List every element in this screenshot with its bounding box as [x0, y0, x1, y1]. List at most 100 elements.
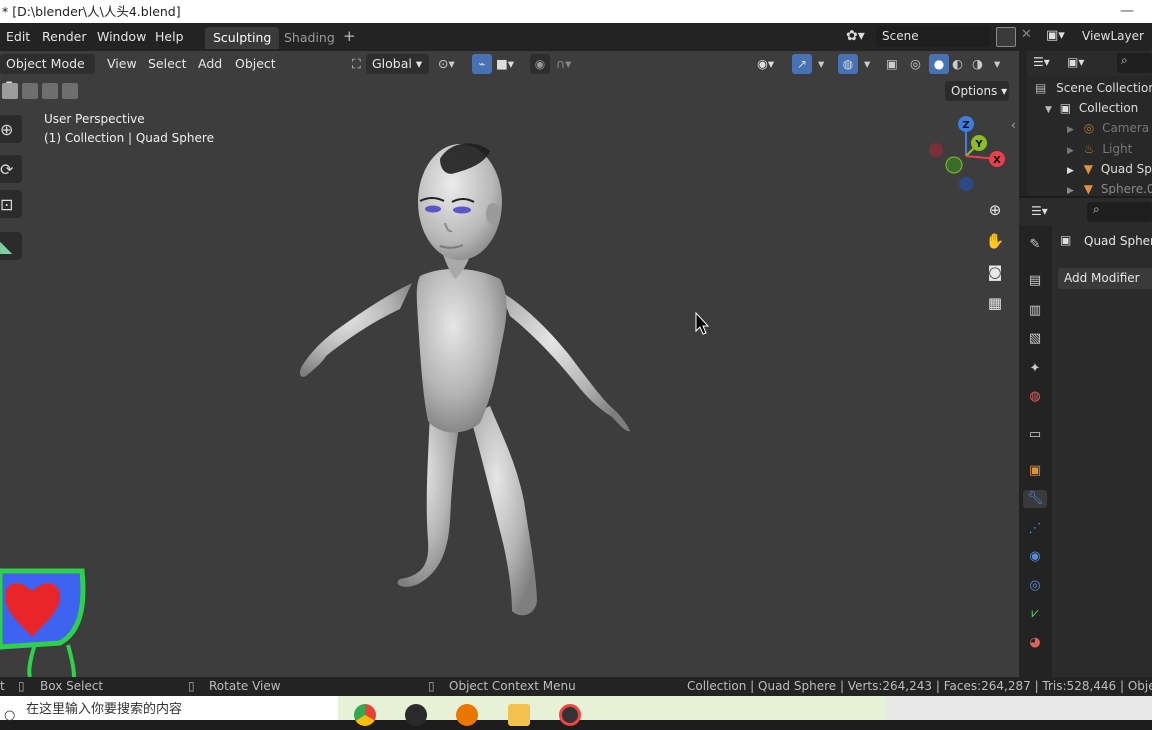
taskbar-search-input[interactable]: ○ 在这里输入你要搜索的内容 [0, 696, 338, 723]
camera-view-icon[interactable]: ◙ [982, 259, 1008, 285]
explorer-icon[interactable] [508, 704, 530, 726]
scene-name: Scene [882, 29, 919, 43]
blender-icon[interactable] [456, 704, 478, 726]
viewlayer-name-field[interactable]: ViewLayer [1076, 26, 1152, 47]
modifier-tab-icon[interactable]: 🔧︎ [1023, 490, 1047, 508]
options-button[interactable]: Options ▾ [945, 81, 1009, 101]
status-context-menu: Object Context Menu [449, 679, 576, 693]
view-perspective-label: User Perspective [44, 112, 145, 126]
menu-view[interactable]: View [107, 54, 137, 74]
tool-measure[interactable]: ◣ [0, 232, 22, 260]
material-tab-icon[interactable]: ◕ [1026, 634, 1044, 652]
mesh-icon: ▼ [1083, 182, 1093, 195]
falloff-icon[interactable]: ∩▾ [556, 54, 571, 74]
select-intersect-icon[interactable] [62, 83, 78, 99]
gizmo-z-label: Z [962, 120, 969, 131]
pan-hand-icon[interactable]: ✋ [982, 228, 1008, 254]
delete-scene-icon[interactable]: ✕ [1021, 27, 1032, 42]
data-tab-icon[interactable]: ⩗ [1026, 605, 1044, 623]
visibility-icon[interactable]: ◉▾ [757, 54, 774, 74]
menu-select[interactable]: Select [148, 54, 187, 74]
ortho-grid-icon[interactable]: ▦ [982, 290, 1008, 316]
snap-icon[interactable]: ⌁ [472, 54, 492, 74]
transform-orientation-icon[interactable]: ⛶ [352, 54, 361, 74]
select-extend-icon[interactable] [22, 83, 38, 99]
scene-name-field[interactable]: Scene [876, 26, 990, 47]
select-subtract-icon[interactable] [42, 83, 58, 99]
overlay-toggle-icon[interactable]: ◍ [838, 54, 858, 74]
tool-rotate[interactable]: ⟳ [0, 155, 22, 183]
display-mode-icon[interactable]: ▣▾ [1067, 55, 1084, 69]
outliner-scene-collection[interactable]: ▤ Scene Collection [1035, 78, 1152, 98]
menu-window[interactable]: Window [97, 29, 146, 44]
collection-icon: ▤ [1035, 81, 1047, 95]
wireframe-shading-icon[interactable]: ◎ [910, 54, 921, 74]
tool-cursor[interactable]: ⊕ [0, 115, 22, 143]
proportional-edit-icon[interactable]: ◉ [530, 54, 550, 74]
light-icon: ♨ [1083, 142, 1095, 156]
mouse-left-icon: ▯ [18, 679, 25, 693]
object-tab-icon[interactable]: ▣ [1026, 462, 1044, 480]
new-scene-icon[interactable] [996, 27, 1016, 47]
add-modifier-button[interactable]: Add Modifier [1058, 268, 1152, 289]
menu-object[interactable]: Object [235, 54, 276, 74]
output-tab-icon[interactable]: ▥ [1026, 302, 1044, 320]
minimize-icon[interactable]: — [1120, 0, 1134, 23]
sculpt-character[interactable] [299, 143, 630, 616]
material-shading-icon[interactable]: ◐ [952, 54, 963, 74]
particles-tab-icon[interactable]: ⋰ [1026, 520, 1044, 538]
obs-icon[interactable] [405, 704, 427, 726]
tool-tab-icon[interactable]: ✎ [1026, 236, 1044, 254]
overlay-dropdown-icon[interactable]: ▾ [864, 54, 870, 74]
shading-dropdown-icon[interactable]: ▾ [994, 54, 1000, 74]
mode-label: Object Mode [6, 56, 85, 71]
rendered-shading-icon[interactable]: ◑ [972, 54, 983, 74]
solid-shading-icon[interactable]: ● [929, 54, 949, 74]
pivot-icon[interactable]: ⊙▾ [438, 54, 455, 74]
outliner-item-sphere[interactable]: ▶ ▼ Sphere.0 [1067, 179, 1152, 195]
menu-edit[interactable]: Edit [6, 29, 30, 44]
mode-dropdown[interactable]: Object Mode ▾ [0, 54, 95, 91]
outliner-item-light[interactable]: ▶ ♨ Light [1067, 139, 1132, 159]
snap-target-icon[interactable]: ■▾ [496, 54, 514, 74]
select-set-icon[interactable] [2, 83, 18, 99]
navigation-gizmo[interactable]: Z Y X [925, 112, 1015, 202]
add-workspace-button[interactable]: + [343, 27, 356, 45]
expand-arrow-icon: ▼ [1045, 105, 1052, 115]
world-tab-icon[interactable]: ◍ [1026, 388, 1044, 406]
media-icon[interactable] [559, 704, 581, 726]
tab-sculpting[interactable]: Sculpting [205, 27, 280, 49]
xray-icon[interactable]: ▣ [886, 54, 898, 74]
scene-selector-icon[interactable]: ✿▾ [846, 28, 865, 44]
outliner-search-icon[interactable]: ⌕ [1117, 53, 1152, 73]
chrome-icon[interactable] [354, 704, 376, 726]
outliner-item-camera[interactable]: ▶ ◎ Camera [1067, 118, 1149, 138]
menu-help[interactable]: Help [155, 29, 184, 44]
gizmo-y-label: Y [974, 139, 983, 150]
view-layer-tab-icon[interactable]: ▧ [1026, 330, 1044, 348]
active-object-label: (1) Collection | Quad Sphere [44, 131, 214, 145]
gizmo-x-label: X [993, 155, 1001, 166]
properties-search-icon[interactable]: ⌕ [1087, 202, 1152, 222]
add-modifier-label: Add Modifier [1064, 271, 1140, 285]
outliner-collection[interactable]: ▼ ▣ Collection [1045, 98, 1138, 118]
outliner-item-quad-sphere[interactable]: ▶ ▼ Quad Sp [1067, 159, 1152, 179]
status-rotate-view: Rotate View [209, 679, 281, 693]
scene-tab-icon[interactable]: ✦ [1026, 360, 1044, 378]
tool-scale[interactable]: ⊡ [0, 190, 22, 218]
area-divider [1019, 51, 1027, 196]
physics-tab-icon[interactable]: ◉ [1026, 548, 1044, 566]
render-tab-icon[interactable]: ▤ [1026, 272, 1044, 290]
zoom-icon[interactable]: ⊕ [982, 197, 1008, 223]
constraints-tab-icon[interactable]: ◎ [1026, 577, 1044, 595]
tab-shading[interactable]: Shading [276, 27, 343, 49]
gizmo-dropdown-icon[interactable]: ▾ [818, 54, 824, 74]
viewlayer-selector-icon[interactable]: ▣▾ [1046, 28, 1065, 43]
orientation-dropdown[interactable]: Global ▾ [366, 54, 429, 74]
gizmo-toggle-icon[interactable]: ↗ [792, 54, 812, 74]
menu-render[interactable]: Render [42, 29, 87, 44]
properties-editor-type-icon[interactable]: ☰▾ [1031, 204, 1048, 218]
menu-add[interactable]: Add [198, 54, 222, 74]
editor-type-icon[interactable]: ☰▾ [1033, 55, 1050, 69]
collection-tab-icon[interactable]: ▭ [1026, 426, 1044, 444]
